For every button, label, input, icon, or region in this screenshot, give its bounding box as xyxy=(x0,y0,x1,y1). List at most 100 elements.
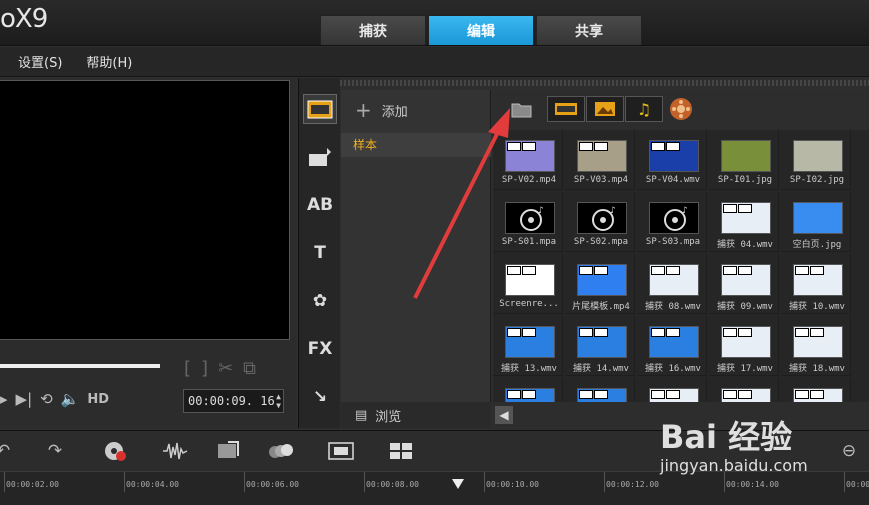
watermark-brand: Bai 经验 xyxy=(660,418,793,456)
show-photo-toggle[interactable] xyxy=(586,96,624,122)
media-thumbnail xyxy=(721,388,771,402)
graphics-icon[interactable]: ✿ xyxy=(303,286,337,316)
add-folder-button[interactable]: + 添加 xyxy=(355,98,408,122)
import-folder-icon[interactable] xyxy=(507,96,537,122)
media-item-label: 捕获 14.wmv xyxy=(573,364,629,374)
media-item-label: SP-V04.wmv xyxy=(645,175,701,185)
media-item[interactable]: SP-V03.mp4 xyxy=(565,130,635,190)
menu-settings[interactable]: 设置(S) xyxy=(18,52,62,71)
media-item[interactable]: 空白页.jpg xyxy=(781,192,851,252)
transition-icon[interactable]: AB xyxy=(303,190,337,220)
media-thumbnail xyxy=(649,388,699,402)
tab-share[interactable]: 共享 xyxy=(536,15,642,45)
ruler-tick xyxy=(724,472,725,492)
scissors-icon[interactable]: ✂ xyxy=(218,358,233,379)
timecode-spinner-icon[interactable]: ▲ ▼ xyxy=(276,392,281,410)
media-item-label: 捕获 18.wmv xyxy=(789,364,845,374)
sound-mixer-icon[interactable] xyxy=(162,439,188,463)
folder-item-sample[interactable]: 样本 xyxy=(341,133,491,157)
media-item[interactable]: 捕获 18.wmv xyxy=(781,316,851,376)
title-icon[interactable]: T xyxy=(303,238,337,268)
media-item[interactable] xyxy=(781,378,851,402)
video-badge-icon xyxy=(594,266,608,275)
media-thumbnail xyxy=(577,140,627,172)
skip-end-icon[interactable]: ▶| xyxy=(16,390,33,408)
scroll-left-icon[interactable]: ◀ xyxy=(495,406,513,424)
multi-trim-icon[interactable] xyxy=(388,439,414,463)
audio-disc-icon: ♪ xyxy=(664,206,688,231)
media-item[interactable]: ♪ SP-S01.mpa xyxy=(493,192,563,252)
zoom-out-icon[interactable]: ⊖ xyxy=(836,439,862,463)
media-item[interactable]: 捕获 17.wmv xyxy=(709,316,779,376)
scrub-bar[interactable] xyxy=(0,364,160,368)
tab-edit[interactable]: 编辑 xyxy=(428,15,534,45)
repeat-icon[interactable]: ⟲ xyxy=(40,390,53,408)
video-badge-icon xyxy=(666,266,680,275)
hd-toggle[interactable]: HD xyxy=(87,392,109,407)
instant-project-icon[interactable] xyxy=(303,142,337,172)
video-badge-icon xyxy=(666,390,680,399)
media-item[interactable]: 捕获 10.wmv xyxy=(781,254,851,314)
media-item[interactable]: Screenre... xyxy=(493,254,563,314)
timecode-field[interactable]: 00:00:09. 16 ▲ ▼ xyxy=(183,389,284,413)
media-thumbnail xyxy=(505,326,555,358)
media-item[interactable]: ♪ SP-S02.mpa xyxy=(565,192,635,252)
video-badge-icon xyxy=(594,390,608,399)
media-item[interactable]: 捕获 04.wmv xyxy=(709,192,779,252)
motion-tracking-icon[interactable] xyxy=(268,439,294,463)
video-badge-icon xyxy=(579,390,593,399)
redo-icon[interactable]: ↷ xyxy=(42,439,68,463)
menu-help[interactable]: 帮助(H) xyxy=(86,52,132,71)
mark-in-icon[interactable]: [ xyxy=(184,358,191,379)
watermark-url: jingyan.baidu.com xyxy=(660,456,808,475)
video-editor-window: oX9 捕获 编辑 共享 设置(S) 帮助(H) [ ] ✂ ⧉ ▸ ▶| ⟲ … xyxy=(0,0,869,505)
media-item[interactable] xyxy=(709,378,779,402)
media-item[interactable]: 捕获 13.wmv xyxy=(493,316,563,376)
svg-text:♪: ♪ xyxy=(538,206,544,216)
path-icon[interactable]: ↘ xyxy=(303,382,337,412)
media-toolbar: ♫ xyxy=(493,90,869,130)
media-thumbnail xyxy=(793,264,843,296)
record-capture-icon[interactable] xyxy=(102,439,128,463)
media-item[interactable] xyxy=(493,378,563,402)
subtitle-editor-icon[interactable] xyxy=(328,439,354,463)
volume-icon[interactable]: 🔈 xyxy=(61,390,80,408)
filter-icon[interactable]: FX xyxy=(303,334,337,364)
playhead-marker[interactable] xyxy=(452,479,464,489)
player-panel: [ ] ✂ ⧉ ▸ ▶| ⟲ 🔈 HD 00:00:09. 16 ▲ ▼ xyxy=(0,78,296,428)
media-item[interactable] xyxy=(637,378,707,402)
video-badge-icon xyxy=(723,390,737,399)
prev-frame-icon[interactable]: ▸ xyxy=(0,390,8,408)
video-badge-icon xyxy=(579,142,593,151)
undo-icon[interactable]: ↶ xyxy=(0,439,16,463)
media-item[interactable]: SP-V02.mp4 xyxy=(493,130,563,190)
media-item[interactable]: SP-I01.jpg xyxy=(709,130,779,190)
media-thumbnail xyxy=(649,264,699,296)
show-video-toggle[interactable] xyxy=(547,96,585,122)
media-item[interactable]: 捕获 16.wmv xyxy=(637,316,707,376)
tab-capture[interactable]: 捕获 xyxy=(320,15,426,45)
media-item[interactable]: ♪ SP-S03.mpa xyxy=(637,192,707,252)
show-audio-toggle[interactable]: ♫ xyxy=(625,96,663,122)
media-item[interactable]: 片尾模板.mp4 xyxy=(565,254,635,314)
ruler-tick xyxy=(364,472,365,492)
media-thumbnail xyxy=(505,264,555,296)
media-item[interactable]: 捕获 08.wmv xyxy=(637,254,707,314)
media-item[interactable] xyxy=(565,378,635,402)
video-badge-icon xyxy=(651,266,665,275)
media-library-icon[interactable] xyxy=(303,94,337,124)
timeline-ruler[interactable]: 00:00:02.00 00:00:04.00 00:00:06.00 00:00:0… xyxy=(0,471,869,505)
media-grid: SP-V02.mp4 SP-V03.mp4 SP-V04.wmv SP-I01.jpg… xyxy=(493,130,869,402)
mark-out-icon[interactable]: ] xyxy=(201,358,208,379)
copy-icon[interactable]: ⧉ xyxy=(243,358,256,379)
video-badge-icon xyxy=(579,266,593,275)
media-item[interactable]: 捕获 14.wmv xyxy=(565,316,635,376)
media-item[interactable]: SP-I02.jpg xyxy=(781,130,851,190)
media-item[interactable]: 捕获 09.wmv xyxy=(709,254,779,314)
panel-grip[interactable] xyxy=(300,80,869,86)
workspace-tabs: 捕获 编辑 共享 xyxy=(320,15,642,45)
media-item[interactable]: SP-V04.wmv xyxy=(637,130,707,190)
browse-button[interactable]: ▤ 浏览 xyxy=(341,402,491,428)
sort-options-icon[interactable] xyxy=(667,96,695,122)
auto-music-icon[interactable] xyxy=(216,439,242,463)
